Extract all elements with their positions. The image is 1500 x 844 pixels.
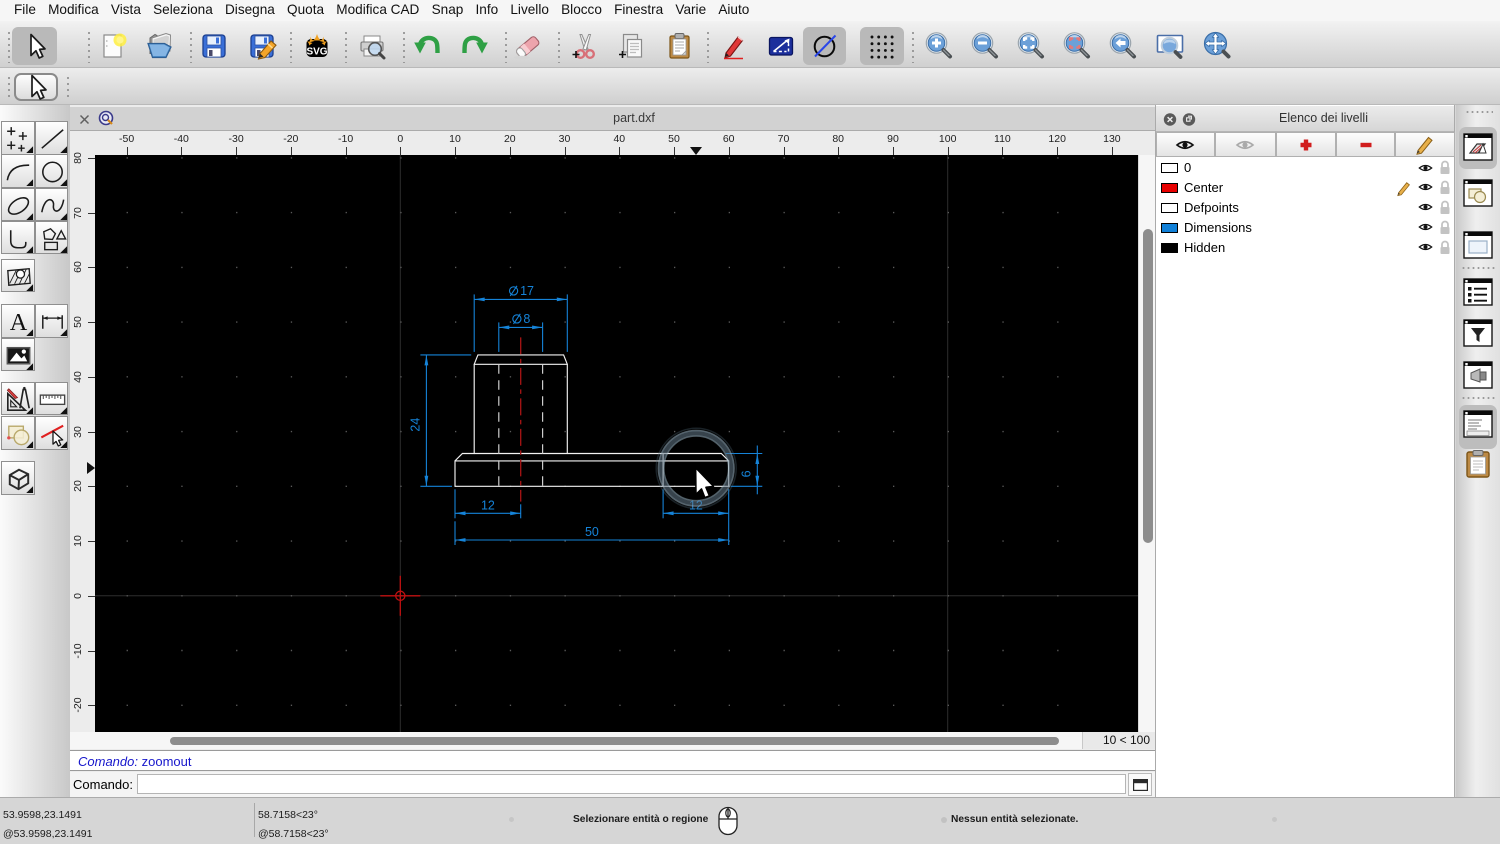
svg-text:8: 8 (523, 312, 530, 326)
svg-text:50: 50 (585, 525, 599, 539)
svg-text:24: 24 (408, 418, 422, 432)
svg-text:SVG: SVG (306, 47, 327, 58)
svg-text:6: 6 (739, 470, 753, 477)
svg-text:17: 17 (520, 284, 534, 298)
svg-text:12: 12 (481, 498, 495, 512)
svg-text:A: A (10, 309, 28, 336)
